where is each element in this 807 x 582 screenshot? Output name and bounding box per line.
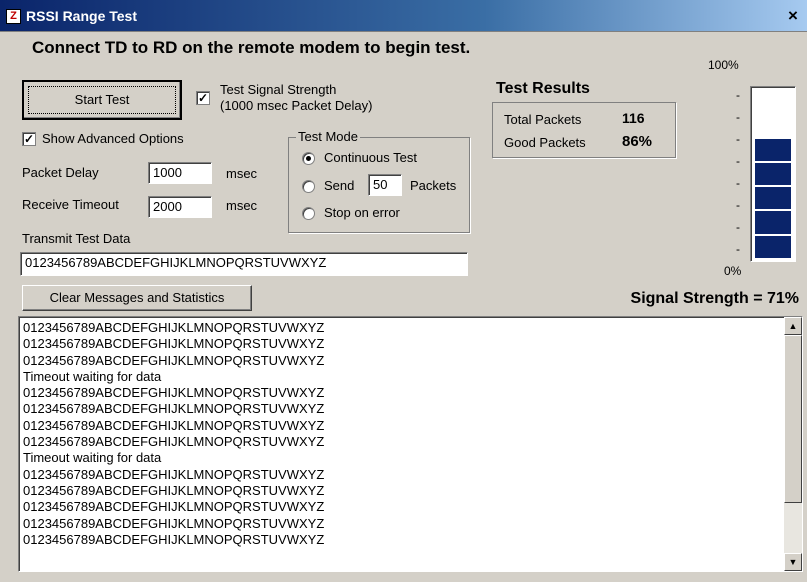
show-advanced-checkbox[interactable]: ✓ (22, 132, 36, 146)
show-advanced-label: Show Advanced Options (42, 131, 184, 146)
meter-bottom-label: 0% (724, 264, 742, 278)
message-line: 0123456789ABCDEFGHIJKLMNOPQRSTUVWXYZ (23, 385, 325, 401)
close-button[interactable]: × (783, 6, 803, 26)
meter-tick: - (736, 132, 740, 146)
message-line: Timeout waiting for data (23, 450, 162, 466)
signal-meter (750, 86, 796, 262)
send-count-field[interactable]: 50 (368, 174, 402, 196)
packet-delay-label: Packet Delay (22, 165, 99, 180)
title-bar: Z RSSI Range Test × (0, 0, 807, 32)
continuous-test-label: Continuous Test (324, 150, 417, 165)
meter-segment (755, 162, 791, 186)
message-line: 0123456789ABCDEFGHIJKLMNOPQRSTUVWXYZ (23, 482, 325, 498)
good-packets-value: 86% (622, 133, 653, 150)
transmit-data-field[interactable]: 0123456789ABCDEFGHIJKLMNOPQRSTUVWXYZ (20, 252, 468, 276)
packets-label: Packets (410, 178, 457, 193)
message-log[interactable]: 0123456789ABCDEFGHIJKLMNOPQRSTUVWXYZ 0123… (18, 316, 803, 572)
meter-top-label: 100% (708, 58, 739, 72)
meter-tick: - (736, 220, 740, 234)
test-mode-title: Test Mode (296, 129, 360, 144)
total-packets-value: 116 (622, 110, 645, 126)
message-line: 0123456789ABCDEFGHIJKLMNOPQRSTUVWXYZ (23, 499, 325, 515)
meter-tick: - (736, 88, 740, 102)
message-line: 0123456789ABCDEFGHIJKLMNOPQRSTUVWXYZ (23, 352, 325, 368)
transmit-data-label: Transmit Test Data (22, 231, 131, 246)
scroll-up-icon[interactable]: ▲ (784, 317, 802, 335)
scroll-thumb[interactable] (784, 335, 802, 503)
message-line: 0123456789ABCDEFGHIJKLMNOPQRSTUVWXYZ (23, 417, 325, 433)
meter-segment (755, 211, 791, 234)
stop-on-error-radio[interactable] (302, 207, 315, 220)
app-icon: Z (6, 9, 21, 24)
window-title: RSSI Range Test (26, 8, 137, 24)
stop-on-error-label: Stop on error (324, 205, 400, 220)
send-label: Send (324, 178, 355, 193)
meter-tick: - (736, 110, 740, 124)
meter-tick: - (736, 176, 740, 190)
signal-strength-readout: Signal Strength = 71% (630, 290, 799, 307)
receive-timeout-field[interactable]: 2000 (148, 196, 212, 218)
clear-messages-button[interactable]: Clear Messages and Statistics (22, 285, 252, 311)
message-line: 0123456789ABCDEFGHIJKLMNOPQRSTUVWXYZ (23, 531, 325, 547)
total-packets-label: Total Packets (504, 112, 582, 127)
meter-segment (755, 187, 791, 210)
good-packets-label: Good Packets (504, 135, 586, 150)
packet-delay-note: (1000 msec Packet Delay) (220, 98, 373, 113)
meter-tick: - (736, 242, 740, 256)
test-signal-strength-checkbox[interactable]: ✓ (196, 91, 210, 105)
message-line: 0123456789ABCDEFGHIJKLMNOPQRSTUVWXYZ (23, 434, 325, 450)
send-packets-radio[interactable] (302, 180, 315, 193)
message-list: 0123456789ABCDEFGHIJKLMNOPQRSTUVWXYZ 0123… (23, 320, 324, 548)
meter-tick: - (736, 198, 740, 212)
message-line: 0123456789ABCDEFGHIJKLMNOPQRSTUVWXYZ (23, 320, 325, 335)
scroll-down-icon[interactable]: ▼ (784, 553, 802, 571)
meter-segment (755, 235, 791, 258)
message-line: 0123456789ABCDEFGHIJKLMNOPQRSTUVWXYZ (23, 515, 325, 531)
instruction-text: Connect TD to RD on the remote modem to … (32, 38, 471, 57)
receive-timeout-label: Receive Timeout (22, 197, 119, 212)
meter-tick: - (736, 154, 740, 168)
message-line: Timeout waiting for data (23, 368, 162, 384)
vertical-scrollbar[interactable]: ▲ ▼ (784, 317, 802, 571)
message-line: 0123456789ABCDEFGHIJKLMNOPQRSTUVWXYZ (23, 401, 325, 417)
focus-rect (28, 86, 176, 114)
meter-segment (755, 138, 791, 161)
test-signal-strength-label: Test Signal Strength (220, 82, 337, 97)
packet-delay-field[interactable]: 1000 (148, 162, 212, 184)
message-line: 0123456789ABCDEFGHIJKLMNOPQRSTUVWXYZ (23, 466, 325, 482)
message-line: 0123456789ABCDEFGHIJKLMNOPQRSTUVWXYZ (23, 336, 325, 352)
test-results-title: Test Results (496, 80, 590, 97)
start-test-button[interactable]: Start Test (22, 80, 182, 120)
receive-timeout-unit: msec (226, 198, 258, 213)
packet-delay-unit: msec (226, 166, 258, 181)
continuous-test-radio[interactable] (302, 152, 315, 165)
